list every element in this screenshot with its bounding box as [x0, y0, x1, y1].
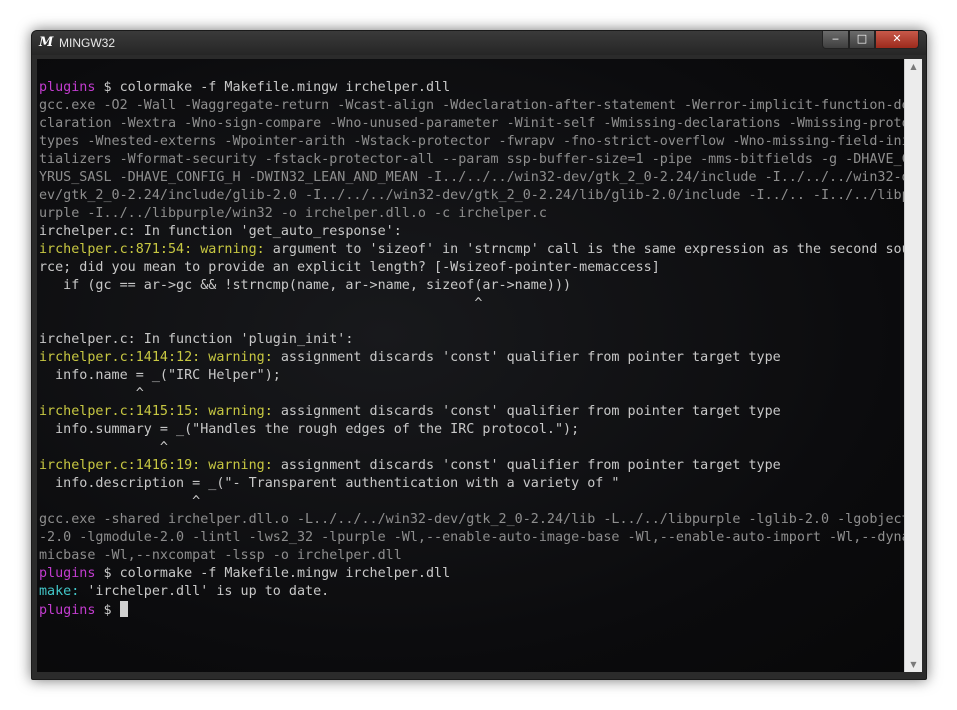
terminal-lines: plugins $ colormake -f Makefile.mingw ir…	[39, 79, 904, 619]
terminal-line: irchelper.c: In function 'get_auto_respo…	[39, 223, 904, 241]
mingw-logo-icon: M	[39, 35, 54, 50]
title-bar[interactable]: M MINGW32 ‒ □ ✕	[32, 31, 926, 55]
terminal-line: urple -I../../libpurple/win32 -o irchelp…	[39, 205, 904, 223]
terminal-text-segment: urple -I../../libpurple/win32 -o irchelp…	[39, 206, 547, 221]
terminal-text-segment: assignment discards 'const' qualifier fr…	[272, 350, 781, 365]
terminal-line: if (gc == ar->gc && !strncmp(name, ar->n…	[39, 277, 904, 295]
terminal-text-segment: micbase -Wl,--nxcompat -lssp -o irchelpe…	[39, 548, 402, 563]
terminal-line: -2.0 -lgmodule-2.0 -lintl -lws2_32 -lpur…	[39, 529, 904, 547]
prompt-symbol: $	[95, 603, 120, 618]
terminal-line: make: 'irchelper.dll' is up to date.	[39, 583, 904, 601]
scroll-down-arrow-icon[interactable]: ▼	[905, 657, 922, 672]
terminal-line: irchelper.c:1416:19: warning: assignment…	[39, 457, 904, 475]
terminal-text-segment: claration -Wextra -Wno-sign-compare -Wno…	[39, 116, 904, 131]
terminal-text-segment: irchelper.c: In function 'plugin_init':	[39, 332, 354, 347]
terminal-text-segment: $ colormake -f Makefile.mingw irchelper.…	[95, 566, 451, 581]
terminal-text-segment: gcc.exe -shared irchelper.dll.o -L../../…	[39, 512, 904, 527]
terminal-line: info.name = _("IRC Helper");	[39, 367, 904, 385]
scroll-up-arrow-icon[interactable]: ▲	[905, 59, 922, 74]
terminal-line: irchelper.c:1414:12: warning: assignment…	[39, 349, 904, 367]
terminal-text-segment: irchelper.c:1414:12: warning:	[39, 350, 273, 365]
terminal-line: plugins $ colormake -f Makefile.mingw ir…	[39, 565, 904, 583]
terminal-line: plugins $ colormake -f Makefile.mingw ir…	[39, 79, 904, 97]
terminal-text-segment: tializers -Wformat-security -fstack-prot…	[39, 152, 904, 167]
close-button[interactable]: ✕	[875, 31, 919, 49]
terminal-line: info.summary = _("Handles the rough edge…	[39, 421, 904, 439]
terminal-text-segment: ^	[39, 494, 201, 509]
terminal-text-segment: gcc.exe -O2 -Wall -Waggregate-return -Wc…	[39, 98, 904, 113]
terminal-text-segment: assignment discards 'const' qualifier fr…	[272, 458, 781, 473]
terminal-line: irchelper.c:1415:15: warning: assignment…	[39, 403, 904, 421]
terminal-line: ^	[39, 385, 904, 403]
terminal-text-segment: make:	[39, 584, 80, 599]
terminal-line: info.description = _("- Transparent auth…	[39, 475, 904, 493]
terminal-line: ^	[39, 295, 904, 313]
terminal-text-segment: info.name = _("IRC Helper");	[39, 368, 281, 383]
terminal-line: tializers -Wformat-security -fstack-prot…	[39, 151, 904, 169]
terminal-line: irchelper.c:871:54: warning: argument to…	[39, 241, 904, 259]
terminal-text-segment: irchelper.c:871:54: warning:	[39, 242, 265, 257]
terminal-line: irchelper.c: In function 'plugin_init':	[39, 331, 904, 349]
terminal-line: gcc.exe -shared irchelper.dll.o -L../../…	[39, 511, 904, 529]
prompt-directory: plugins	[39, 603, 96, 618]
minimize-button[interactable]: ‒	[822, 31, 849, 49]
terminal-text-segment: assignment discards 'const' qualifier fr…	[272, 404, 781, 419]
terminal-line: ev/gtk_2_0-2.24/include/glib-2.0 -I../..…	[39, 187, 904, 205]
terminal-text-segment: irchelper.c:1415:15: warning:	[39, 404, 273, 419]
terminal-text-segment: irchelper.c:1416:19: warning:	[39, 458, 273, 473]
terminal-text-segment: ^	[39, 440, 168, 455]
terminal-window: M MINGW32 ‒ □ ✕ plugins $ colormake -f M…	[31, 30, 927, 680]
terminal-text-segment: argument to 'sizeof' in 'strncmp' call i…	[264, 242, 904, 257]
terminal-line: rce; did you mean to provide an explicit…	[39, 259, 904, 277]
terminal-text-segment: ev/gtk_2_0-2.24/include/glib-2.0 -I../..…	[39, 188, 904, 203]
terminal-line: ^	[39, 439, 904, 457]
terminal-text-segment: types -Wnested-externs -Wpointer-arith -…	[39, 134, 904, 149]
terminal-line: ^	[39, 493, 904, 511]
terminal-text-segment: ^	[39, 296, 483, 311]
terminal-line: micbase -Wl,--nxcompat -lssp -o irchelpe…	[39, 547, 904, 565]
text-cursor[interactable]	[119, 601, 128, 617]
current-prompt-line[interactable]: plugins $	[39, 601, 904, 619]
terminal-text-segment: rce; did you mean to provide an explicit…	[39, 260, 660, 275]
terminal-text-segment: irchelper.c: In function 'get_auto_respo…	[39, 224, 402, 239]
maximize-button[interactable]: □	[849, 31, 875, 49]
terminal-text-segment: info.description = _("- Transparent auth…	[39, 476, 620, 491]
terminal-text-segment: -2.0 -lgmodule-2.0 -lintl -lws2_32 -lpur…	[39, 530, 904, 545]
terminal-text-segment: plugins	[39, 80, 96, 95]
terminal-line: claration -Wextra -Wno-sign-compare -Wno…	[39, 115, 904, 133]
terminal-line: types -Wnested-externs -Wpointer-arith -…	[39, 133, 904, 151]
terminal-text-segment: YRUS_SASL -DHAVE_CONFIG_H -DWIN32_LEAN_A…	[39, 170, 904, 185]
terminal-line: gcc.exe -O2 -Wall -Waggregate-return -Wc…	[39, 97, 904, 115]
terminal-text-segment: if (gc == ar->gc && !strncmp(name, ar->n…	[39, 278, 572, 293]
terminal-line: YRUS_SASL -DHAVE_CONFIG_H -DWIN32_LEAN_A…	[39, 169, 904, 187]
window-title: MINGW32	[59, 36, 116, 50]
terminal-text-segment: plugins	[39, 566, 96, 581]
terminal-text-segment: 'irchelper.dll' is up to date.	[79, 584, 330, 599]
window-controls: ‒ □ ✕	[822, 31, 919, 49]
terminal-text-segment: ^	[39, 386, 144, 401]
terminal-output[interactable]: plugins $ colormake -f Makefile.mingw ir…	[37, 59, 904, 672]
terminal-text-segment: info.summary = _("Handles the rough edge…	[39, 422, 580, 437]
terminal-text-segment: $ colormake -f Makefile.mingw irchelper.…	[95, 80, 451, 95]
vertical-scrollbar[interactable]: ▲ ▼	[904, 59, 922, 672]
